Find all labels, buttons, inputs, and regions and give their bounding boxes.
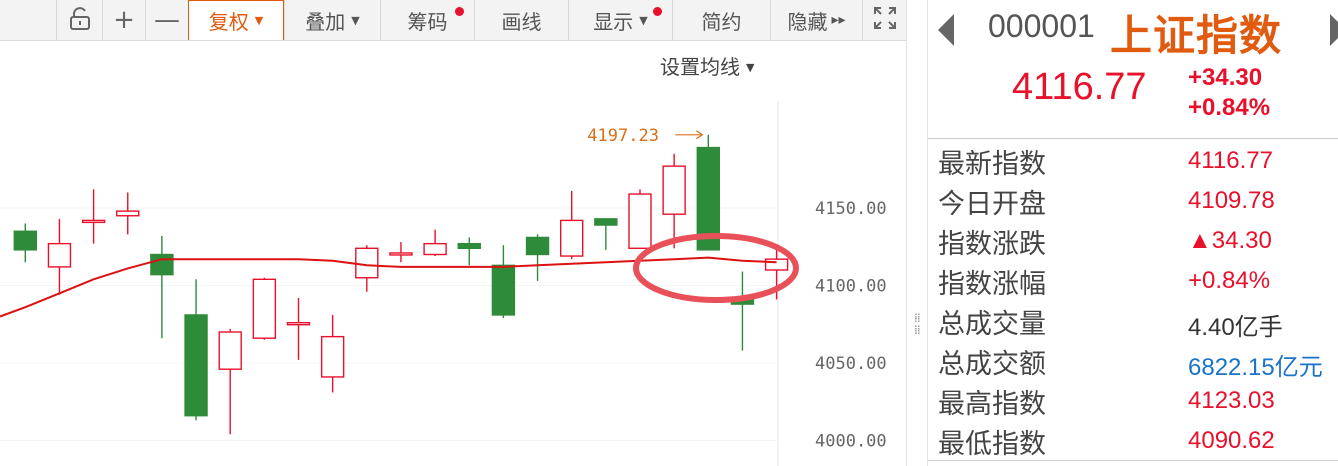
- panel-divider[interactable]: ⁞⁞ ⁞⁞: [906, 0, 928, 466]
- caret-down-icon: ▼: [746, 61, 755, 74]
- simple-label: 简约: [701, 9, 742, 34]
- candle-body: [491, 264, 516, 316]
- candle-body: [457, 242, 481, 249]
- drag-handle-icon[interactable]: ⁞⁞ ⁞⁞: [914, 312, 921, 336]
- hide-label: 隐藏: [787, 9, 828, 34]
- candle-body: [423, 242, 447, 256]
- candle-body: [628, 193, 652, 250]
- candle-body: [594, 218, 618, 226]
- candle-body: [13, 230, 38, 251]
- quote-value: 6822.15亿元: [1188, 354, 1323, 381]
- unlock-icon: [69, 6, 91, 35]
- quote-label: 最新指数: [938, 149, 1046, 180]
- unlock-button[interactable]: [56, 0, 102, 40]
- prev-stock-arrow-icon[interactable]: [938, 14, 954, 46]
- quote-label: 今日开盘: [938, 189, 1046, 220]
- quote-row: 最新指数 4116.77: [928, 140, 1338, 180]
- quote-row: 指数涨跌 ▲34.30: [928, 220, 1338, 260]
- candle-body: [525, 236, 550, 256]
- fullscreen-button[interactable]: [862, 0, 906, 40]
- quote-row: 最低指数 4090.62: [928, 420, 1338, 460]
- ma-setting-label: 设置均线: [660, 55, 740, 79]
- quote-value: ▲34.30: [1188, 227, 1272, 254]
- fullscreen-icon: [873, 6, 897, 35]
- notification-dot: [653, 7, 662, 16]
- candle-body: [764, 258, 789, 271]
- draw-line-label: 画线: [501, 9, 542, 34]
- candlestick-chart[interactable]: 4150.00 4100.00 4050.00 4000.00 4197.23: [0, 41, 906, 466]
- candle-body: [218, 331, 242, 370]
- zoom-out-button[interactable]: —: [145, 0, 188, 40]
- adjust-rights-label: 复权: [208, 10, 249, 34]
- moving-average-line: [0, 256, 777, 318]
- quote-row: 总成交额 6822.15亿元: [928, 340, 1338, 381]
- price-change: +34.30: [1188, 64, 1263, 91]
- quote-value: 4116.77: [1188, 147, 1273, 174]
- zoom-out-label: —: [154, 5, 180, 35]
- caret-down-icon: ▼: [639, 13, 648, 27]
- quote-value: +0.84%: [1188, 267, 1271, 294]
- y-tick-label: 4100.00: [815, 277, 887, 297]
- quote-value: 4109.78: [1188, 187, 1275, 214]
- candle-body: [320, 335, 345, 378]
- candle-body: [389, 252, 413, 256]
- high-price-label: 4197.23: [587, 126, 659, 146]
- last-price: 4116.77: [1012, 66, 1147, 108]
- chips-label: 筹码: [407, 9, 448, 34]
- divider: [928, 138, 1338, 139]
- caret-down-icon: ▼: [351, 13, 360, 27]
- candle-body: [662, 165, 686, 215]
- candle-body: [184, 314, 208, 417]
- notification-dot: [455, 7, 464, 16]
- candle-body: [81, 219, 106, 224]
- quote-row: 指数涨幅 +0.84%: [928, 260, 1338, 300]
- chart-toolbar: + — 复权 ▼ 叠加 ▼ 筹码 画线 显示 ▼ 简约 隐藏 ▸▸: [0, 0, 906, 41]
- display-button[interactable]: 显示 ▼: [568, 0, 672, 40]
- zoom-in-label: +: [113, 5, 135, 35]
- candle-body: [252, 278, 277, 339]
- double-chevron-right-icon: ▸▸: [831, 12, 846, 28]
- kline-chart[interactable]: 4150.00 4100.00 4050.00 4000.00 4197.23 设置均线…: [0, 41, 906, 466]
- display-label: 显示: [593, 9, 634, 34]
- quote-table: 最新指数 4116.77 今日开盘 4109.78 指数涨跌 ▲34.30 指数涨幅 +0.8…: [928, 140, 1338, 460]
- quote-row: 最高指数 4123.03: [928, 380, 1338, 420]
- ma-setting-dropdown[interactable]: 设置均线 ▼: [660, 51, 754, 80]
- simple-button[interactable]: 简约: [672, 0, 770, 40]
- quote-label: 指数涨幅: [938, 269, 1046, 300]
- overlay-button[interactable]: 叠加 ▼: [284, 0, 380, 40]
- candle-body: [47, 242, 72, 268]
- quote-value: 4.40亿手: [1188, 314, 1283, 341]
- candle-body: [116, 210, 140, 217]
- adjust-rights-button[interactable]: 复权 ▼: [188, 0, 284, 40]
- quote-value: 4123.03: [1188, 387, 1275, 414]
- quote-label: 总成交量: [938, 309, 1046, 340]
- candle-body: [150, 253, 174, 276]
- divider: [928, 460, 1338, 461]
- quote-row: 今日开盘 4109.78: [928, 180, 1338, 220]
- quote-label: 总成交额: [938, 349, 1046, 380]
- stock-code: 000001: [988, 8, 1095, 44]
- draw-line-button[interactable]: 画线: [474, 0, 568, 40]
- quote-panel: 000001 上证指数 4116.77 +34.30 +0.84% 最新指数 41…: [928, 0, 1338, 466]
- overlay-label: 叠加: [305, 9, 346, 34]
- zoom-in-button[interactable]: +: [102, 0, 145, 40]
- quote-label: 指数涨跌: [938, 229, 1046, 260]
- stock-name: 上证指数: [1110, 11, 1283, 60]
- y-tick-label: 4050.00: [815, 354, 887, 374]
- next-stock-arrow-icon[interactable]: [1330, 14, 1338, 46]
- chips-button[interactable]: 筹码: [380, 0, 474, 40]
- quote-row: 总成交量 4.40亿手: [928, 300, 1338, 341]
- caret-down-icon: ▼: [254, 14, 264, 27]
- quote-value: 4090.62: [1188, 427, 1275, 454]
- candle-body: [355, 247, 379, 279]
- candle-body: [286, 322, 311, 326]
- quote-label: 最高指数: [938, 389, 1046, 420]
- y-tick-label: 4000.00: [815, 432, 887, 452]
- candle-body: [560, 219, 584, 257]
- y-tick-label: 4150.00: [815, 199, 887, 219]
- hide-button[interactable]: 隐藏 ▸▸: [770, 0, 862, 40]
- price-change-percent: +0.84%: [1188, 94, 1271, 121]
- quote-label: 最低指数: [938, 429, 1046, 460]
